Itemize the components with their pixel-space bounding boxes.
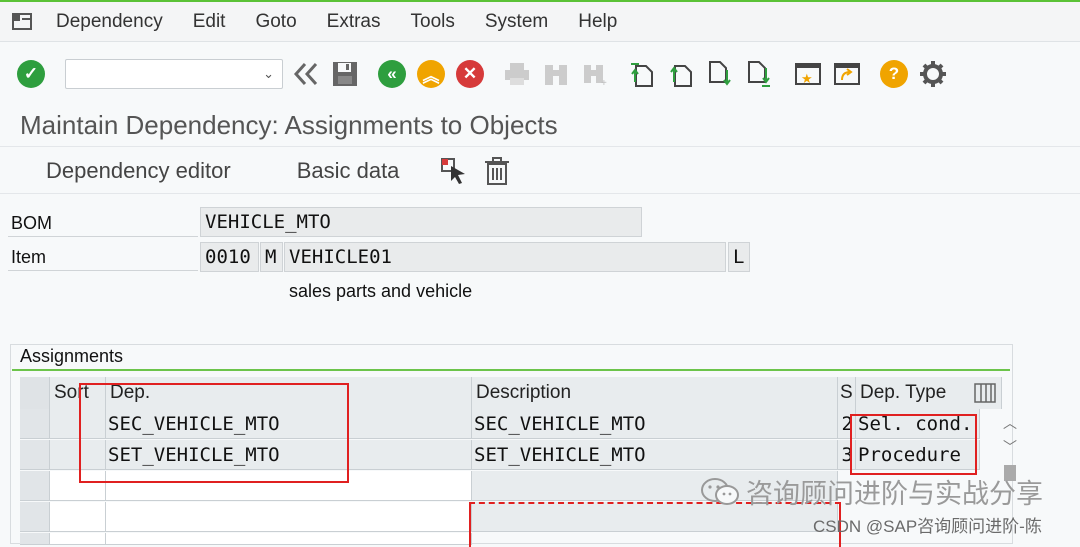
- menu-goto[interactable]: Goto: [255, 11, 296, 33]
- assignments-separator: [12, 369, 1010, 371]
- item-flag-field[interactable]: L: [728, 242, 750, 272]
- chevron-down-icon[interactable]: ⌄: [263, 66, 274, 82]
- row-selector[interactable]: [20, 440, 50, 470]
- empty-cell[interactable]: [50, 502, 106, 532]
- item-label-underline: [8, 270, 198, 271]
- svg-text:+: +: [601, 78, 607, 87]
- assignments-title: Assignments: [20, 346, 124, 366]
- item-description: sales parts and vehicle: [289, 281, 473, 301]
- menu-help[interactable]: Help: [578, 11, 617, 33]
- previous-page-icon[interactable]: [664, 57, 698, 91]
- item-number-field[interactable]: 0010: [200, 242, 259, 272]
- empty-cell[interactable]: [106, 533, 472, 545]
- watermark: 咨询顾问进阶与实战分享: [700, 472, 1043, 511]
- column-settings-icon[interactable]: [974, 383, 996, 408]
- column-header-description[interactable]: Description: [472, 377, 838, 409]
- save-icon[interactable]: [328, 57, 362, 91]
- highlight-box-dep: [79, 383, 349, 483]
- create-session-icon[interactable]: ★: [791, 57, 825, 91]
- table-cell-description: SET_VEHICLE_MTO: [472, 440, 838, 470]
- back-icon[interactable]: «: [375, 57, 409, 91]
- bom-field[interactable]: VEHICLE_MTO: [200, 207, 642, 237]
- wechat-icon: [700, 476, 740, 508]
- exit-icon[interactable]: ︽: [414, 57, 448, 91]
- scroll-up-icon[interactable]: ︿: [1002, 413, 1018, 433]
- bom-value: VEHICLE_MTO: [205, 211, 331, 233]
- item-category-field[interactable]: M: [260, 242, 283, 272]
- find-next-icon[interactable]: +: [578, 57, 612, 91]
- bom-label-underline: [8, 236, 198, 237]
- standard-toolbar: ✓ ⌄ « ︽ ✕ + ★ ?: [0, 43, 1080, 105]
- bom-label: BOM: [11, 213, 53, 233]
- cancel-icon[interactable]: ✕: [453, 57, 487, 91]
- double-chevron-left-icon[interactable]: [289, 57, 323, 91]
- select-object-icon[interactable]: [439, 156, 469, 186]
- page-title: Maintain Dependency: Assignments to Obje…: [0, 105, 1080, 147]
- menu-icon[interactable]: [8, 8, 38, 36]
- menu-extras[interactable]: Extras: [327, 11, 381, 33]
- delete-icon[interactable]: [483, 156, 511, 186]
- basic-data-button[interactable]: Basic data: [297, 158, 400, 184]
- row-selector[interactable]: [20, 409, 50, 439]
- shortcut-icon[interactable]: [830, 57, 864, 91]
- item-label: Item: [11, 247, 47, 267]
- menu-bar: Dependency Edit Goto Extras Tools System…: [0, 2, 1080, 42]
- menu-tools[interactable]: Tools: [411, 11, 455, 33]
- help-icon[interactable]: ?: [877, 57, 911, 91]
- column-header-s[interactable]: S: [838, 377, 856, 409]
- menu-edit[interactable]: Edit: [193, 11, 226, 33]
- dependency-editor-button[interactable]: Dependency editor: [46, 158, 231, 184]
- page-title-text: Maintain Dependency: Assignments to Obje…: [20, 110, 558, 140]
- row-selector[interactable]: [20, 533, 50, 545]
- print-icon[interactable]: [500, 57, 534, 91]
- empty-cell[interactable]: [106, 502, 472, 532]
- highlight-box-dep-type: [850, 414, 977, 475]
- item-category-value: M: [265, 246, 277, 268]
- item-flag-value: L: [733, 246, 745, 268]
- check-icon[interactable]: ✓: [14, 57, 48, 91]
- item-number-value: 0010: [205, 246, 251, 268]
- empty-cell[interactable]: [50, 533, 106, 545]
- settings-icon[interactable]: [916, 57, 950, 91]
- svg-text:★: ★: [801, 71, 813, 86]
- next-page-icon[interactable]: [703, 57, 737, 91]
- item-material-field[interactable]: VEHICLE01: [284, 242, 726, 272]
- menu-dependency[interactable]: Dependency: [56, 11, 163, 33]
- last-page-icon[interactable]: [742, 57, 776, 91]
- row-selector[interactable]: [20, 471, 50, 501]
- item-material-value: VEHICLE01: [289, 246, 392, 268]
- application-toolbar: Dependency editor Basic data: [0, 148, 1080, 194]
- find-icon[interactable]: [539, 57, 573, 91]
- first-page-icon[interactable]: [625, 57, 659, 91]
- scroll-down-icon[interactable]: ﹀: [1002, 437, 1018, 457]
- command-field[interactable]: ⌄: [65, 59, 283, 89]
- watermark-credit: CSDN @SAP咨询顾问进阶-陈: [813, 517, 1042, 536]
- table-cell-description: SEC_VEHICLE_MTO: [472, 409, 838, 439]
- watermark-text: 咨询顾问进阶与实战分享: [746, 479, 1043, 509]
- row-selector[interactable]: [20, 502, 50, 532]
- menu-system[interactable]: System: [485, 11, 548, 33]
- select-all-header[interactable]: [20, 377, 50, 409]
